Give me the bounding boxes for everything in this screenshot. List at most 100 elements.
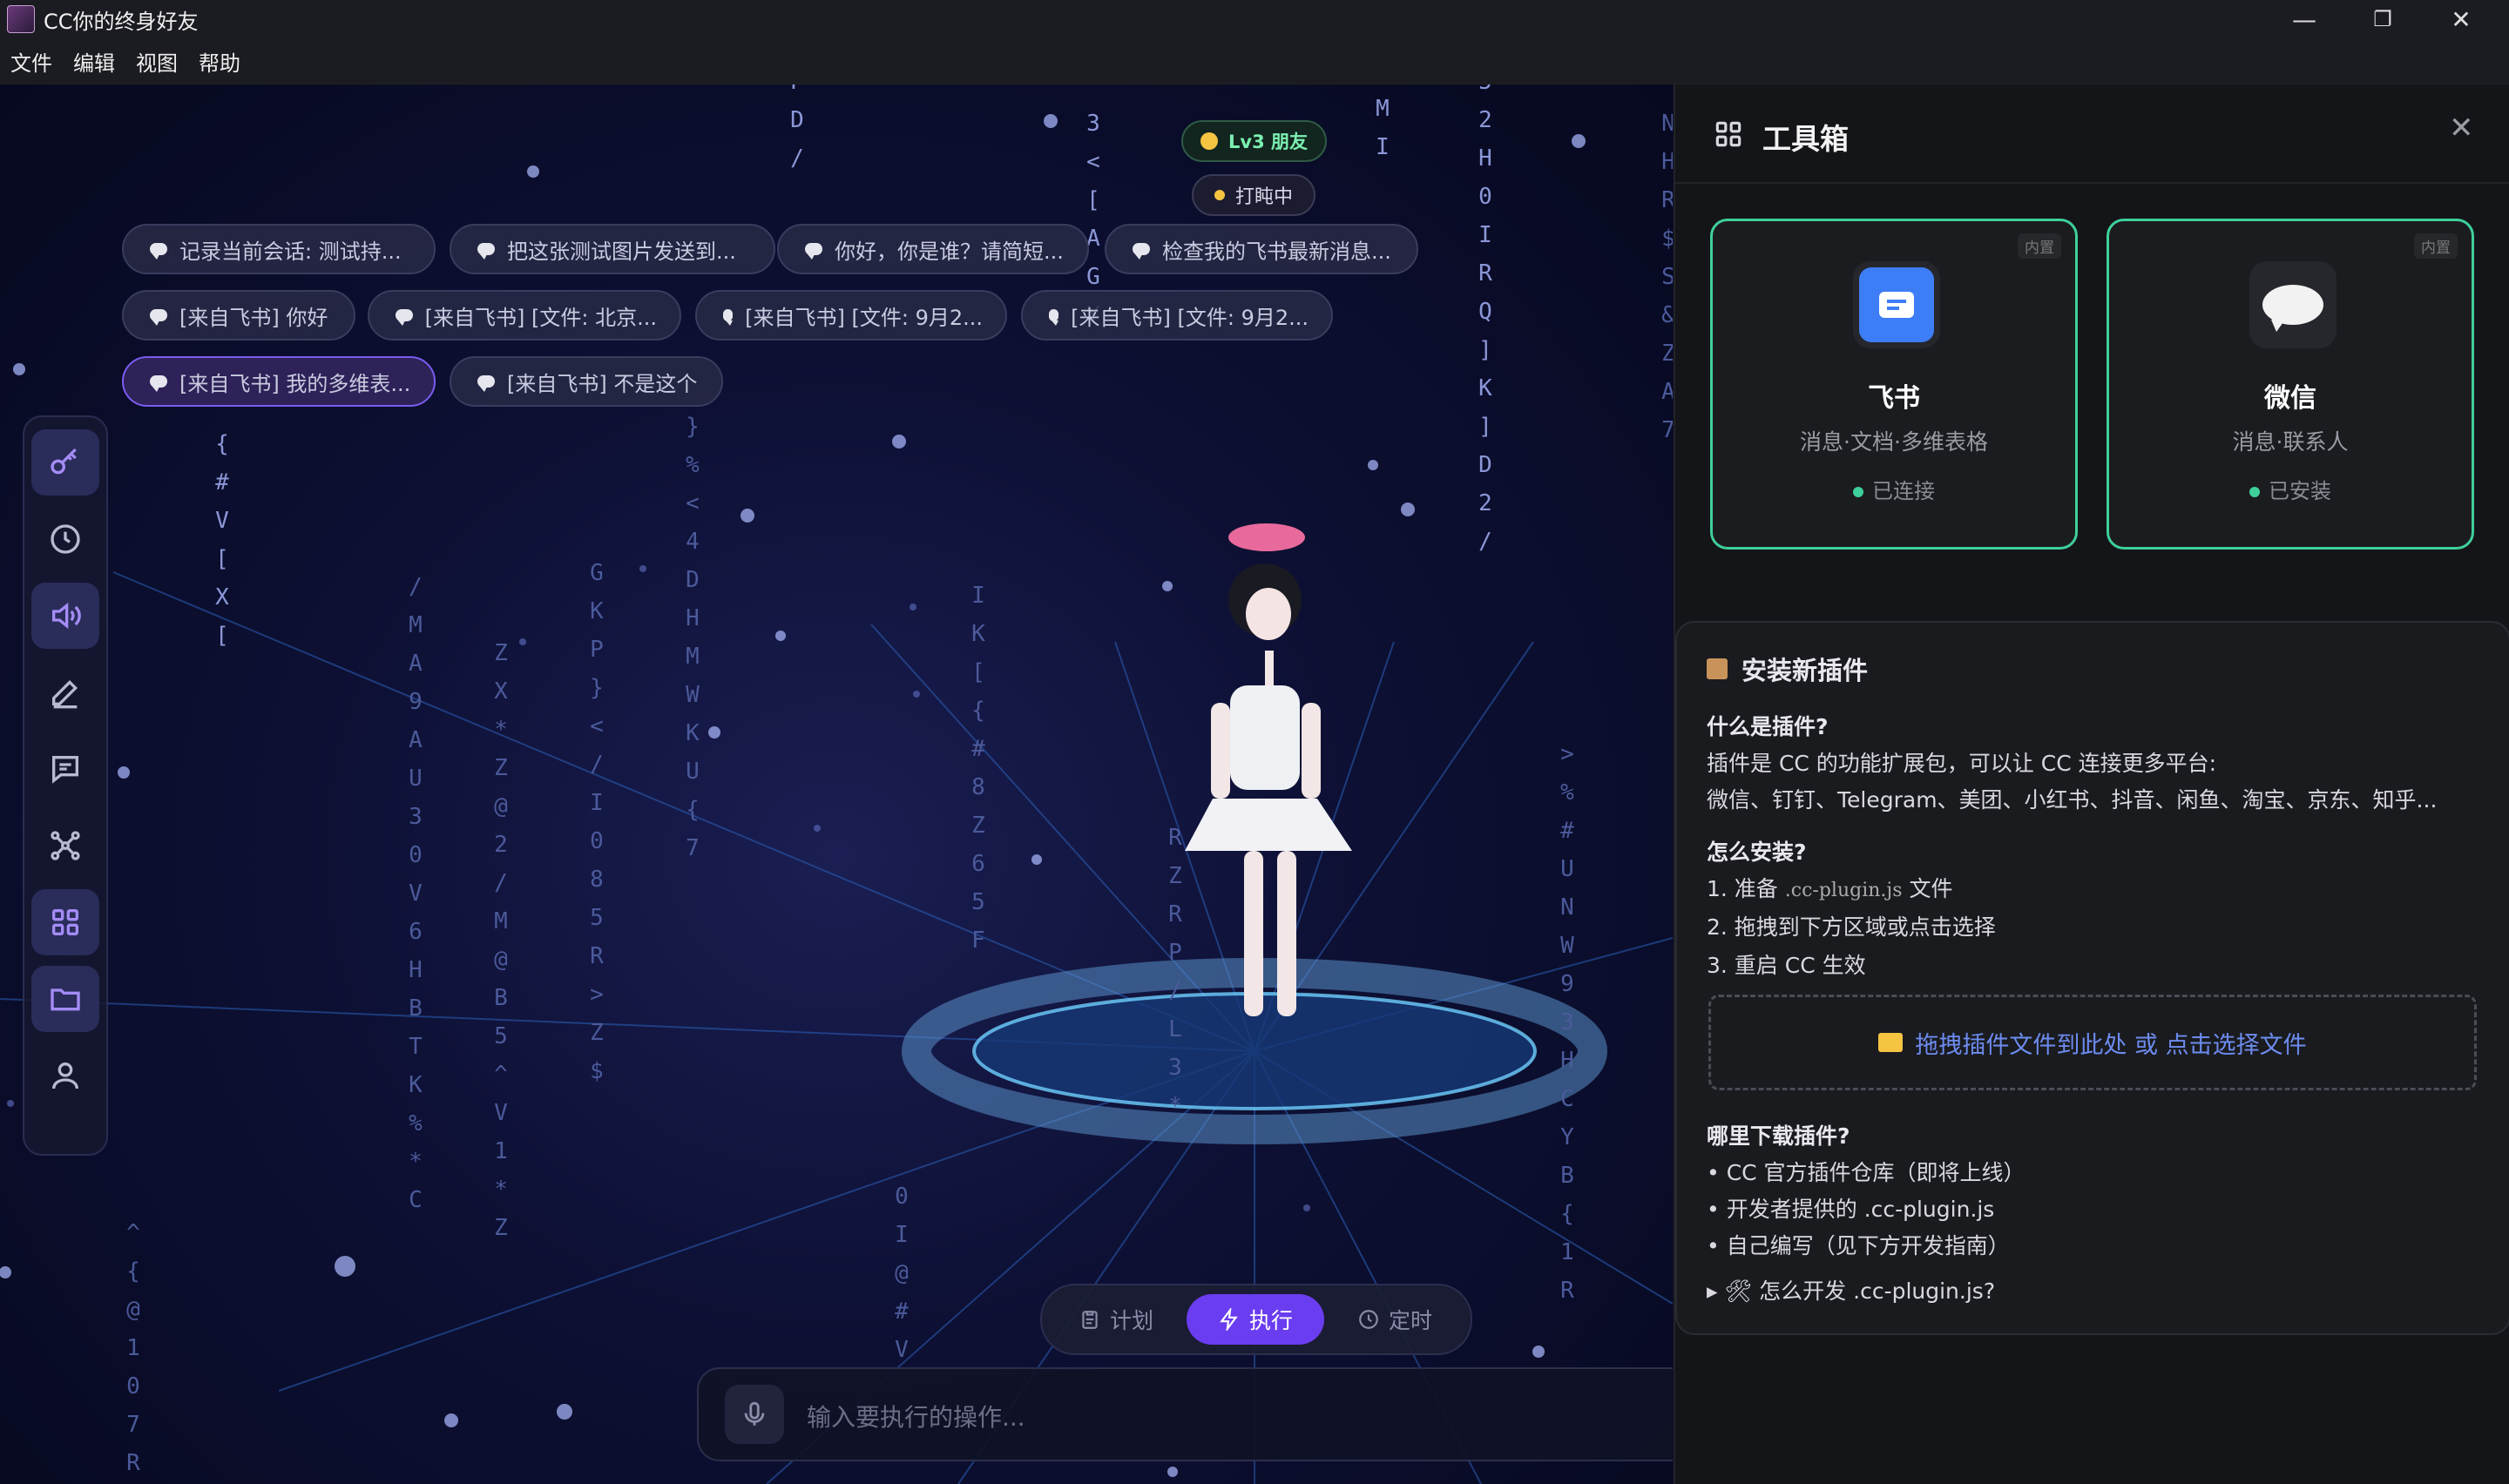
builtin-tag: 内置 xyxy=(2414,233,2458,259)
where-item: • 开发者提供的 .cc-plugin.js xyxy=(1707,1197,1995,1222)
install-step-1: 1. 准备 .cc-plugin.js 文件 xyxy=(1707,876,1953,901)
mode-execute-tab[interactable]: 执行 xyxy=(1187,1294,1324,1345)
close-panel-button[interactable]: ✕ xyxy=(2449,111,2474,145)
matrix-column: { # V [ X [ xyxy=(215,431,229,649)
matrix-column: } % < 4 D H M W K U { 7 xyxy=(686,414,700,861)
menu-help[interactable]: 帮助 xyxy=(199,46,240,77)
sidebar-toolbox-button[interactable] xyxy=(31,889,99,955)
message-icon xyxy=(52,756,78,784)
key-icon xyxy=(51,448,77,475)
clock-icon xyxy=(51,524,80,554)
command-input[interactable]: 输入要执行的操作... xyxy=(807,1399,1025,1433)
install-plugin-section: 安装新插件 什么是插件? 插件是 CC 的功能扩展包，可以让 CC 连接更多平台… xyxy=(1675,621,2509,1335)
matrix-column: 5 2 H 0 I R Q ] K ] D 2 / xyxy=(1478,84,1492,555)
grid-icon xyxy=(52,909,79,935)
main-scene: P D / 3 < [ A G Y M I 5 2 H 0 I R Q ] K … xyxy=(0,84,1673,1484)
matrix-column: 0 I @ # V xyxy=(895,1184,909,1363)
maximize-button[interactable]: ❐ xyxy=(2343,0,2422,38)
where-item: • 自己编写（见下方开发指南） xyxy=(1707,1233,2010,1258)
chat-bubble-icon xyxy=(150,243,167,260)
chat-bubble-icon xyxy=(1049,309,1059,326)
sidebar-history-button[interactable] xyxy=(31,506,99,572)
suggestion-chip[interactable]: [来自飞书] 你好 xyxy=(122,290,355,341)
sidebar-voice-button[interactable] xyxy=(31,583,99,649)
suggestion-chip[interactable]: [来自飞书] [文件: 9月2... xyxy=(1021,290,1333,341)
menu-file[interactable]: 文件 xyxy=(10,46,52,77)
plugin-card-feishu[interactable]: 内置 飞书 消息·文档·多维表格 已连接 xyxy=(1710,219,2078,550)
menu-edit[interactable]: 编辑 xyxy=(73,46,115,77)
matrix-column: Z X * Z @ 2 / M @ B 5 ^ V 1 * Z xyxy=(494,640,508,1241)
suggestion-chip[interactable]: 把这张测试图片发送到... xyxy=(450,224,775,274)
what-heading: 什么是插件? xyxy=(1707,714,1829,739)
plugin-name: 飞书 xyxy=(1868,383,1920,414)
close-window-button[interactable]: ✕ xyxy=(2422,0,2500,38)
clipboard-icon xyxy=(1082,1311,1098,1329)
window-title: CC你的终身好友 xyxy=(44,9,199,34)
sidebar-edit-button[interactable] xyxy=(31,659,99,725)
chat-bubble-icon xyxy=(1133,243,1150,260)
plugin-card-wechat[interactable]: 内置 微信 消息·联系人 已安装 xyxy=(2107,219,2474,550)
suggestion-chip[interactable]: 检查我的飞书最新消息... xyxy=(1105,224,1418,274)
chat-bubble-icon xyxy=(150,309,167,326)
user-icon xyxy=(52,1062,78,1089)
suggestion-chip[interactable]: [来自飞书] [文件: 北京... xyxy=(368,290,681,341)
matrix-column: P D / xyxy=(790,84,804,172)
microphone-button[interactable] xyxy=(725,1385,784,1444)
folder-icon xyxy=(51,988,80,1011)
network-icon xyxy=(51,831,80,860)
wechat-icon xyxy=(2249,261,2337,348)
install-title: 安装新插件 xyxy=(1707,651,1868,687)
sidebar-key-button[interactable] xyxy=(31,429,99,496)
sidebar-network-button[interactable] xyxy=(31,813,99,879)
install-step-2: 2. 拖拽到下方区域或点击选择 xyxy=(1707,914,1996,940)
level-badge: Lv3 朋友 xyxy=(1181,120,1327,162)
status-dot-icon xyxy=(2249,487,2260,497)
avatar-character xyxy=(1185,523,1352,1016)
toolbox-panel: 工具箱 ✕ 内置 飞书 消息·文档·多维表格 已连接 内置 微信 消息·联系人 … xyxy=(1674,84,2509,1484)
plugin-status: 已安装 xyxy=(2109,474,2472,504)
mode-schedule-tab[interactable]: 定时 xyxy=(1329,1294,1460,1345)
plugin-desc: 消息·文档·多维表格 xyxy=(1800,429,1988,455)
plugin-status: 已连接 xyxy=(1713,474,2075,504)
pencil-icon xyxy=(52,679,78,709)
sidebar-chat-button[interactable] xyxy=(31,736,99,802)
feishu-icon xyxy=(1853,261,1940,348)
clock-icon xyxy=(1359,1310,1378,1329)
what-text: 插件是 CC 的功能扩展包，可以让 CC 连接更多平台: xyxy=(1707,751,2217,776)
suggestion-chip[interactable]: 记录当前会话: 测试持... xyxy=(122,224,436,274)
dev-guide-toggle[interactable]: ▸ 🛠 怎么开发 .cc-plugin.js? xyxy=(1707,1274,1995,1305)
status-label: 打盹中 xyxy=(1235,186,1294,208)
status-badge: 打盹中 xyxy=(1192,174,1316,216)
plugin-dropzone[interactable]: 拖拽插件文件到此处 或 点击选择文件 xyxy=(1708,995,2477,1090)
mode-plan-tab[interactable]: 计划 xyxy=(1051,1294,1181,1345)
package-icon xyxy=(1707,658,1728,679)
where-heading: 哪里下载插件? xyxy=(1707,1123,1850,1149)
chat-bubble-icon xyxy=(723,309,734,326)
grid-icon xyxy=(1715,121,1741,147)
suggestion-chip[interactable]: [来自飞书] 不是这个 xyxy=(450,356,723,407)
chat-bubble-icon xyxy=(150,375,167,392)
suggestion-chip[interactable]: 你好，你是谁？请简短... xyxy=(777,224,1089,274)
chat-bubble-icon xyxy=(477,243,495,260)
microphone-icon xyxy=(744,1401,765,1426)
level-label: Lv3 朋友 xyxy=(1228,132,1308,152)
smile-icon xyxy=(1200,132,1218,150)
speaker-icon xyxy=(52,602,81,630)
install-step-3: 3. 重启 CC 生效 xyxy=(1707,953,1866,978)
mode-switcher: 计划 执行 定时 xyxy=(1040,1284,1472,1355)
builtin-tag: 内置 xyxy=(2018,233,2061,259)
matrix-column: M I xyxy=(1376,96,1390,160)
menu-view[interactable]: 视图 xyxy=(136,46,178,77)
sidebar-folder-button[interactable] xyxy=(31,966,99,1032)
matrix-column: G K P } < / I 0 8 5 R > Z $ xyxy=(590,560,604,1084)
suggestion-chip[interactable]: [来自飞书] [文件: 9月2... xyxy=(695,290,1007,341)
matrix-column: N H R $ S & Z A 7 xyxy=(1661,111,1673,443)
suggestion-chip[interactable]: [来自飞书] 我的多维表... xyxy=(122,356,436,407)
folder-icon xyxy=(1878,1033,1904,1052)
matrix-column: ^ { @ 1 0 7 R xyxy=(126,1220,140,1476)
status-dot-icon xyxy=(1853,487,1863,497)
sidebar-user-button[interactable] xyxy=(31,1042,99,1109)
matrix-column: / M A 9 A U 3 0 V 6 H B T K % * C xyxy=(409,574,423,1213)
minimize-button[interactable]: — xyxy=(2265,0,2343,38)
chat-bubble-icon xyxy=(477,375,495,392)
